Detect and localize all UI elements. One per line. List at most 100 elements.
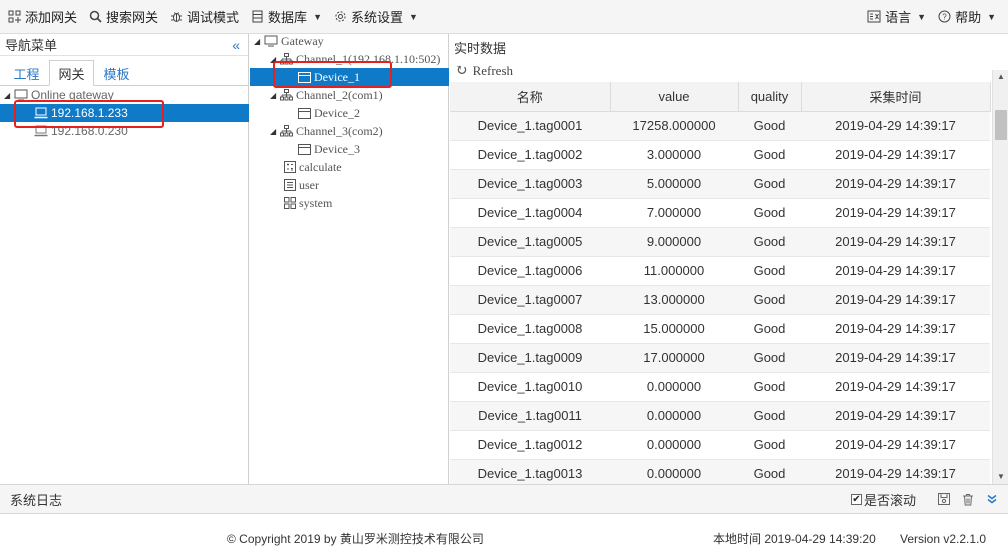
network-icon [280, 53, 293, 65]
nav-tabs: 工程 网关 模板 [0, 60, 248, 86]
clear-log-trash-icon[interactable] [962, 493, 974, 506]
column-header-quality[interactable]: quality [738, 82, 802, 112]
tree-node-label: Channel_1(192.168.1.10:502) [296, 51, 441, 66]
expanded-arrow-icon: ◢ [270, 126, 277, 136]
cell-name: Device_1.tag0009 [450, 343, 610, 373]
save-log-icon[interactable] [938, 493, 950, 505]
expand-log-chevron-icon[interactable] [986, 493, 998, 505]
table-row[interactable]: Device_1.tag0011 0.000000 Good 2019-04-29 1… [450, 401, 990, 431]
table-row[interactable]: Device_1.tag0010 0.000000 Good 2019-04-29 1… [450, 372, 990, 402]
column-header-name[interactable]: 名称 [450, 82, 611, 112]
table-row[interactable]: Device_1.tag0006 11.000000 Good 2019-04-29 … [450, 256, 990, 286]
table-row[interactable]: Device_1.tag0005 9.000000 Good 2019-04-29 1… [450, 227, 990, 257]
table-row[interactable]: Device_1.tag0004 7.000000 Good 2019-04-29 1… [450, 198, 990, 228]
tree-node-gateway[interactable]: ◢ Gateway [254, 32, 444, 50]
cell-time: 2019-04-29 14:39:17 [801, 372, 990, 402]
table-row[interactable]: Device_1.tag0013 0.000000 Good 2019-04-29 1… [450, 459, 990, 484]
cell-value: 7.000000 [610, 198, 738, 228]
tree-node-label: calculate [299, 159, 342, 174]
table-row[interactable]: Device_1.tag0007 13.000000 Good 2019-04-29 … [450, 285, 990, 315]
cell-quality: Good [738, 430, 801, 460]
table-row[interactable]: Device_1.tag0008 15.000000 Good 2019-04-29 … [450, 314, 990, 344]
cell-quality: Good [738, 372, 801, 402]
tree-node-label: Channel_2(com1) [296, 87, 383, 102]
search-gateway-button[interactable]: 搜索网关 [81, 0, 162, 34]
device-icon [298, 71, 311, 83]
cell-value: 15.000000 [610, 314, 738, 344]
collapse-left-icon[interactable]: « [232, 37, 240, 53]
system-settings-menu[interactable]: 系统设置 ▼ [326, 0, 422, 34]
cell-value: 17258.000000 [610, 111, 738, 141]
search-gateway-label: 搜索网关 [106, 10, 159, 25]
cell-time: 2019-04-29 14:39:17 [801, 343, 990, 373]
cell-name: Device_1.tag0007 [450, 285, 610, 315]
table-row[interactable]: Device_1.tag0002 3.000000 Good 2019-04-29 1… [450, 140, 990, 170]
table-header-row: 名称 value quality 采集时间 [450, 82, 991, 112]
tree-node-label: Device_2 [314, 105, 360, 120]
cell-time: 2019-04-29 14:39:17 [801, 256, 990, 286]
system-settings-label: 系统设置 [350, 10, 403, 25]
help-menu[interactable]: ? 帮助 ▼ [930, 0, 1008, 34]
tree-node-channel-1[interactable]: ◢ Channel_1(192.168.1.10:502) [270, 50, 448, 68]
cell-time: 2019-04-29 14:39:17 [801, 111, 990, 141]
copyright-text: © Copyright 2019 by 黄山罗米测控技术有限公司 [227, 532, 484, 546]
status-bar: © Copyright 2019 by 黄山罗米测控技术有限公司 本地时间 20… [0, 524, 1008, 553]
tree-node-device-3[interactable]: Device_3 [298, 140, 448, 158]
debug-mode-button[interactable]: 调试模式 [162, 0, 243, 34]
cell-name: Device_1.tag0006 [450, 256, 610, 286]
tree-node-calculate[interactable]: calculate [284, 158, 444, 176]
cell-time: 2019-04-29 14:39:17 [801, 401, 990, 431]
cell-time: 2019-04-29 14:39:17 [801, 430, 990, 460]
table-row[interactable]: Device_1.tag0003 5.000000 Good 2019-04-29 1… [450, 169, 990, 199]
realtime-table: 名称 value quality 采集时间 Device_1.tag0001 17… [450, 82, 992, 484]
autoscroll-toggle[interactable]: ✔ 是否滚动 [850, 490, 916, 509]
refresh-icon: ↻ [455, 63, 468, 79]
expanded-arrow-icon: ◢ [4, 90, 11, 100]
table-row[interactable]: Device_1.tag0012 0.000000 Good 2019-04-29 1… [450, 430, 990, 460]
cell-quality: Good [738, 285, 801, 315]
scroll-up-arrow-icon[interactable]: ▲ [993, 70, 1008, 84]
column-header-value[interactable]: value [610, 82, 739, 112]
expanded-arrow-icon: ◢ [270, 54, 277, 64]
add-gateway-button[interactable]: 添加网关 [0, 0, 81, 34]
cell-time: 2019-04-29 14:39:17 [801, 314, 990, 344]
cell-name: Device_1.tag0003 [450, 169, 610, 199]
tree-node-device-1[interactable]: Device_1 [250, 68, 449, 86]
tree-node-label: Gateway [281, 33, 324, 48]
help-label: 帮助 [955, 10, 982, 25]
cell-name: Device_1.tag0010 [450, 372, 610, 402]
tree-node-channel-2[interactable]: ◢ Channel_2(com1) [270, 86, 448, 104]
network-icon [280, 125, 293, 137]
tree-node-device-2[interactable]: Device_2 [298, 104, 448, 122]
cell-time: 2019-04-29 14:39:17 [801, 227, 990, 257]
cell-value: 3.000000 [610, 140, 738, 170]
tree-node-user[interactable]: user [284, 176, 444, 194]
tree-node-channel-3[interactable]: ◢ Channel_3(com2) [270, 122, 448, 140]
database-menu[interactable]: 数据库 ▼ [243, 0, 326, 34]
tree-node-online-gateway[interactable]: ◢ Online gateway [4, 86, 244, 104]
cell-name: Device_1.tag0011 [450, 401, 610, 431]
table-row[interactable]: Device_1.tag0001 17258.000000 Good 2019-04-… [450, 111, 990, 141]
main-toolbar: 添加网关 搜索网关 调试模式 数据库 ▼ 系统设置 ▼ 语言 ▼ ? 帮助 ▼ [0, 0, 1008, 34]
scroll-down-arrow-icon[interactable]: ▼ [993, 470, 1008, 484]
system-log-bar: 系统日志 ✔ 是否滚动 [0, 484, 1008, 514]
tree-node-gateway-192-168-1-233[interactable]: 192.168.1.233 [0, 104, 249, 122]
nav-title: 导航菜单 [5, 38, 58, 53]
autoscroll-checkbox[interactable]: ✔ [850, 493, 862, 505]
cell-name: Device_1.tag0002 [450, 140, 610, 170]
vertical-scrollbar[interactable]: ▲ ▼ [992, 70, 1008, 484]
tab-project[interactable]: 工程 [4, 60, 49, 86]
refresh-button[interactable]: ↻ Refresh [455, 61, 513, 80]
tree-node-label: 192.168.0.230 [51, 124, 128, 138]
cell-time: 2019-04-29 14:39:17 [801, 459, 990, 484]
cell-name: Device_1.tag0004 [450, 198, 610, 228]
language-menu[interactable]: 语言 ▼ [859, 0, 930, 34]
scrollbar-thumb[interactable] [995, 110, 1007, 140]
table-row[interactable]: Device_1.tag0009 17.000000 Good 2019-04-29 … [450, 343, 990, 373]
table-body: Device_1.tag0001 17258.000000 Good 2019-04-… [450, 111, 990, 484]
tree-node-system[interactable]: system [284, 194, 444, 212]
column-header-time[interactable]: 采集时间 [801, 82, 991, 112]
tab-template[interactable]: 模板 [94, 60, 139, 86]
tree-node-gateway-192-168-0-230[interactable]: 192.168.0.230 [34, 122, 234, 140]
tab-gateway[interactable]: 网关 [49, 60, 94, 86]
